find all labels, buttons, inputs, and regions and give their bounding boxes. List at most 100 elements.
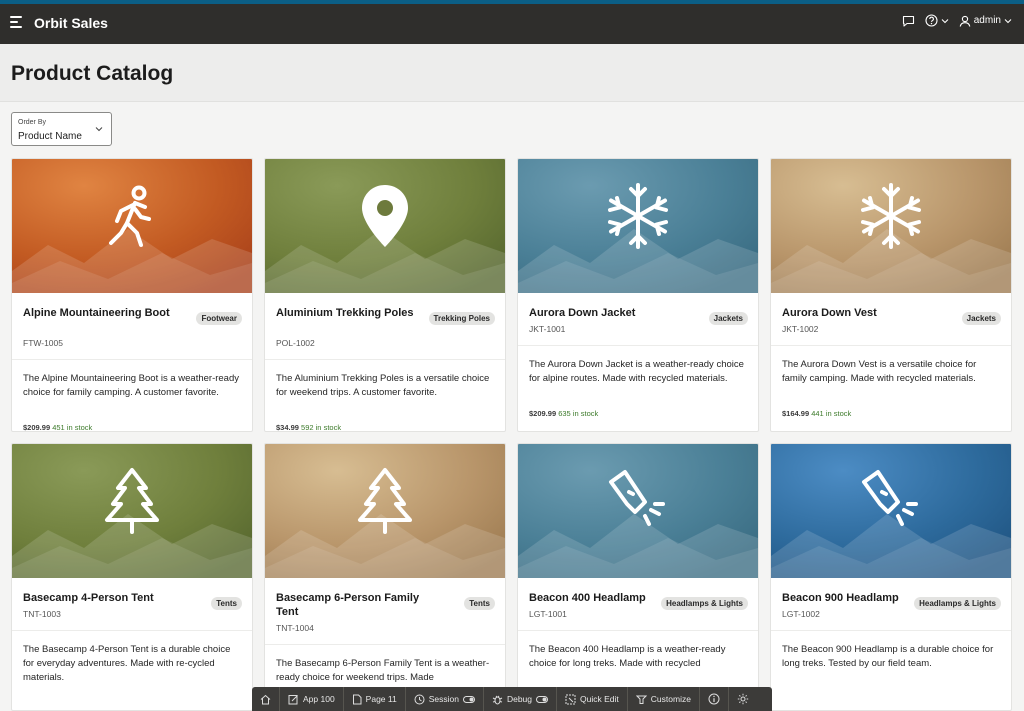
help-icon (925, 14, 938, 27)
help-button[interactable] (925, 14, 949, 27)
devbar-info-button[interactable] (700, 687, 729, 711)
devbar-quick-edit-button[interactable]: Quick Edit (557, 687, 628, 711)
stock-count: 441 in stock (811, 409, 852, 418)
product-image (518, 444, 758, 578)
bug-icon (492, 694, 503, 705)
info-icon (708, 693, 720, 705)
toggle-icon (462, 695, 475, 703)
chevron-down-icon (941, 18, 949, 23)
product-meta: $34.99 592 in stock (276, 423, 342, 432)
product-image (12, 159, 252, 293)
header-actions: admin (902, 14, 1012, 27)
product-description: The Beacon 900 Headlamp is a durable cho… (782, 644, 994, 669)
category-badge: Tents (211, 597, 242, 610)
app-header: Orbit Sales admin (0, 4, 1024, 44)
product-name[interactable]: Beacon 400 Headlamp (529, 591, 679, 605)
flashlight-icon (603, 466, 673, 536)
tree-icon (97, 466, 167, 536)
stock-count: 451 in stock (52, 423, 93, 432)
card-divider (265, 359, 505, 360)
card-divider (12, 359, 252, 360)
product-description: The Aurora Down Vest is a versatile choi… (782, 359, 977, 384)
devbar-label: Customize (650, 694, 691, 704)
category-badge: Headlamps & Lights (914, 597, 1001, 610)
product-card[interactable]: Beacon 900 Headlamp LGT-1002 Headlamps & L… (770, 443, 1012, 711)
product-card[interactable]: Aurora Down Vest JKT-1002 Jackets The Auror… (770, 158, 1012, 432)
product-name[interactable]: Aurora Down Vest (782, 306, 932, 320)
devbar-page-11-button[interactable]: Page 11 (344, 687, 406, 711)
stock-count: 635 in stock (558, 409, 599, 418)
chevron-down-icon (95, 127, 103, 132)
product-meta: $209.99 635 in stock (529, 409, 598, 418)
quick-edit-icon (565, 694, 576, 705)
product-description: The Alpine Mountaineering Boot is a weat… (23, 373, 239, 398)
edit-icon (288, 694, 299, 705)
order-by-label: Order By (18, 119, 47, 126)
card-divider (12, 630, 252, 631)
devbar-session-button[interactable]: Session (406, 687, 484, 711)
stock-count: 592 in stock (301, 423, 342, 432)
page-icon (352, 694, 362, 705)
devbar-home-button[interactable] (252, 687, 280, 711)
order-by-value: Product Name (18, 131, 82, 142)
card-divider (518, 630, 758, 631)
product-image (265, 159, 505, 293)
product-card[interactable]: Aurora Down Jacket JKT-1001 Jackets The Aur… (517, 158, 759, 432)
menu-icon[interactable] (10, 16, 24, 32)
product-image (771, 444, 1011, 578)
card-divider (771, 630, 1011, 631)
tree-icon (350, 466, 420, 536)
product-name[interactable]: Beacon 900 Headlamp (782, 591, 932, 605)
session-icon (414, 694, 425, 705)
user-icon (959, 15, 971, 27)
card-divider (265, 644, 505, 645)
category-badge: Headlamps & Lights (661, 597, 748, 610)
product-meta: $209.99 451 in stock (23, 423, 93, 432)
product-card[interactable]: Basecamp 4-Person Tent TNT-1003 Tents The B… (11, 443, 253, 711)
product-name[interactable]: Alpine Mountaineering Boot (23, 306, 173, 320)
devbar-gear-button[interactable] (729, 687, 757, 711)
devbar-label: Page 11 (365, 694, 397, 704)
product-description: The Basecamp 6-Person Family Tent is a w… (276, 658, 490, 683)
product-image (12, 444, 252, 578)
order-by-select[interactable]: Order By Product Name (11, 112, 112, 146)
snowflake-icon (856, 181, 926, 251)
developer-toolbar: App 100 Page 11 Session Debug Quick Edit Cust… (252, 687, 772, 711)
product-card[interactable]: Alpine Mountaineering Boot FTW-1005 Footwe… (11, 158, 253, 432)
flashlight-icon (856, 466, 926, 536)
product-description: The Basecamp 4-Person Tent is a durable … (23, 644, 231, 683)
customize-icon (635, 694, 647, 705)
product-sku: POL-1002 (276, 338, 315, 348)
devbar-label: Debug (506, 694, 533, 704)
category-badge: Jackets (708, 312, 748, 325)
devbar-debug-button[interactable]: Debug (484, 687, 558, 711)
devbar-customize-button[interactable]: Customize (628, 687, 700, 711)
product-card[interactable]: Beacon 400 Headlamp LGT-1001 Headlamps & L… (517, 443, 759, 711)
product-name[interactable]: Aurora Down Jacket (529, 306, 679, 320)
product-name[interactable]: Aluminium Trekking Poles (276, 306, 426, 320)
map-pin-icon (350, 181, 420, 251)
card-divider (518, 345, 758, 346)
devbar-label: App 100 (303, 694, 335, 704)
page-title: Product Catalog (11, 62, 174, 85)
user-menu[interactable]: admin (959, 15, 1012, 27)
product-sku: FTW-1005 (23, 338, 63, 348)
category-badge: Footwear (196, 312, 242, 325)
product-card[interactable]: Basecamp 6-Person Family Tent TNT-1004 Ten… (264, 443, 506, 711)
chat-button[interactable] (902, 15, 915, 27)
product-card[interactable]: Aluminium Trekking Poles POL-1002 Trekking… (264, 158, 506, 432)
page-title-bar: Product Catalog (0, 44, 1024, 102)
category-badge: Jackets (961, 312, 1001, 325)
product-name[interactable]: Basecamp 4-Person Tent (23, 591, 173, 605)
chevron-down-icon (1004, 18, 1012, 23)
hiker-icon (97, 181, 167, 251)
category-badge: Trekking Poles (428, 312, 495, 325)
snowflake-icon (603, 181, 673, 251)
product-image (771, 159, 1011, 293)
devbar-app-100-button[interactable]: App 100 (280, 687, 344, 711)
devbar-label: Quick Edit (580, 694, 619, 704)
product-description: The Aurora Down Jacket is a weather-read… (529, 359, 744, 384)
app-title[interactable]: Orbit Sales (34, 15, 108, 31)
product-sku: TNT-1003 (23, 609, 61, 619)
product-name[interactable]: Basecamp 6-Person Family Tent (276, 591, 426, 619)
